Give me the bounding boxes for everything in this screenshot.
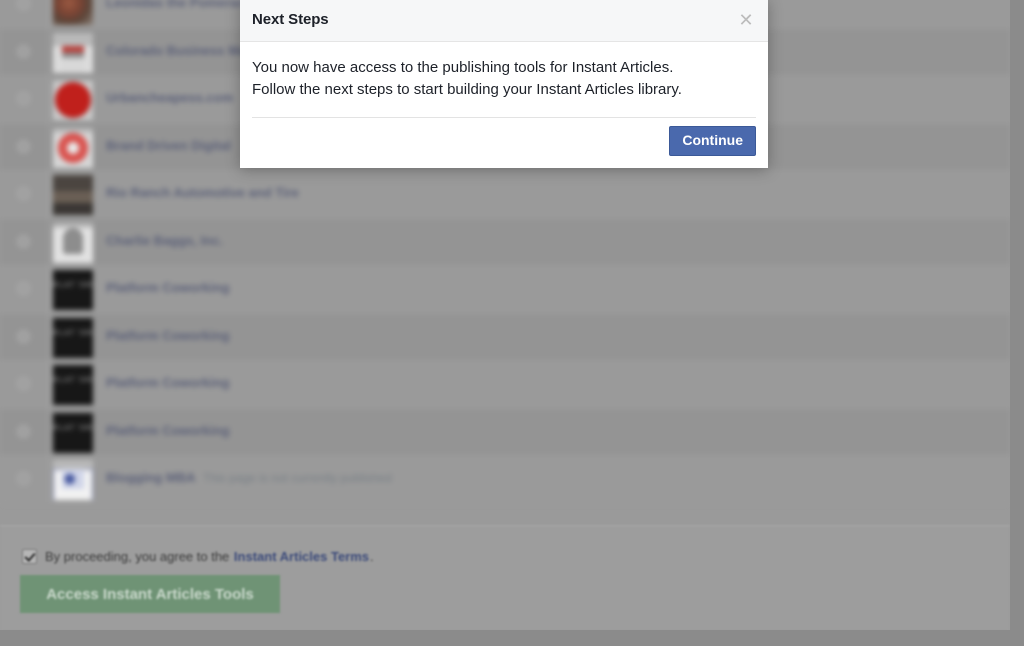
page-radio-button[interactable] — [17, 377, 30, 390]
page-thumbnail — [53, 460, 93, 500]
dialog-title: Next Steps — [252, 11, 329, 28]
page-radio-button[interactable] — [17, 140, 30, 153]
row-divider — [48, 456, 49, 503]
dialog-body: You now have access to the publishing to… — [240, 42, 768, 118]
table-row[interactable]: Rio Ranch Automotive and Tire — [0, 171, 1010, 219]
page-radio-button[interactable] — [17, 330, 30, 343]
dialog-body-line-2: Follow the next steps to start building … — [252, 79, 756, 101]
table-row[interactable]: Platform Coworking — [0, 266, 1010, 314]
row-divider — [48, 171, 49, 218]
next-steps-dialog: Next Steps ✕ You now have access to the … — [240, 0, 768, 168]
page-thumbnail — [53, 318, 93, 358]
row-divider — [48, 409, 49, 456]
table-row[interactable]: Charlie Baggs, Inc. — [0, 219, 1010, 267]
page-thumbnail — [53, 80, 93, 120]
table-row[interactable]: Blogging MBA This page is not currently … — [0, 456, 1010, 504]
page-radio-button[interactable] — [17, 425, 30, 438]
page-thumbnail — [53, 0, 93, 25]
dialog-header: Next Steps ✕ — [240, 0, 768, 42]
page-unpublished-note: This page is not currently published — [203, 471, 392, 485]
page-name-label: Urbancheapess.com — [106, 90, 233, 105]
table-row[interactable]: Platform Coworking — [0, 314, 1010, 362]
terms-suffix-label: . — [370, 549, 374, 564]
row-divider — [48, 219, 49, 266]
page-thumbnail — [53, 365, 93, 405]
page-name-label: Platform Coworking — [106, 328, 230, 343]
page-radio-button[interactable] — [17, 187, 30, 200]
page-radio-button[interactable] — [17, 45, 30, 58]
page-thumbnail — [53, 175, 93, 215]
page-name-label: Platform Coworking — [106, 280, 230, 295]
page-thumbnail — [53, 270, 93, 310]
page-name-label: Brand Driven Digital — [106, 138, 231, 153]
row-divider — [48, 361, 49, 408]
bottom-page-gutter — [0, 630, 1024, 646]
page-radio-button — [17, 472, 30, 485]
page-name-label: Rio Ranch Automotive and Tire — [106, 185, 299, 200]
instant-articles-terms-link[interactable]: Instant Articles Terms — [234, 549, 369, 564]
right-page-gutter — [1010, 0, 1024, 630]
page-radio-button[interactable] — [17, 92, 30, 105]
dialog-footer: Continue — [240, 118, 768, 168]
page-thumbnail — [53, 223, 93, 263]
page-radio-button[interactable] — [17, 0, 30, 10]
page-thumbnail — [53, 128, 93, 168]
row-divider — [48, 29, 49, 76]
row-divider — [48, 124, 49, 171]
access-instant-articles-tools-button[interactable]: Access Instant Articles Tools — [20, 575, 280, 613]
row-divider — [48, 0, 49, 28]
table-row[interactable]: Platform Coworking — [0, 409, 1010, 457]
page-name-label: Blogging MBA — [106, 470, 196, 485]
page-name-label: Platform Coworking — [106, 423, 230, 438]
dialog-body-line-1: You now have access to the publishing to… — [252, 57, 756, 79]
page-name-label: Platform Coworking — [106, 375, 230, 390]
page-name-label: Charlie Baggs, Inc. — [106, 233, 223, 248]
row-divider — [48, 266, 49, 313]
continue-button[interactable]: Continue — [669, 126, 756, 156]
table-row[interactable]: Platform Coworking — [0, 361, 1010, 409]
page-thumbnail — [53, 33, 93, 73]
terms-prefix-label: By proceeding, you agree to the — [45, 549, 229, 564]
close-icon[interactable]: ✕ — [735, 9, 757, 31]
page-radio-button[interactable] — [17, 235, 30, 248]
terms-agreement-row[interactable]: By proceeding, you agree to the Instant … — [22, 549, 374, 564]
page-thumbnail — [53, 413, 93, 453]
row-divider — [48, 76, 49, 123]
terms-checkbox[interactable] — [22, 549, 37, 564]
page-radio-button[interactable] — [17, 282, 30, 295]
row-divider — [48, 314, 49, 361]
